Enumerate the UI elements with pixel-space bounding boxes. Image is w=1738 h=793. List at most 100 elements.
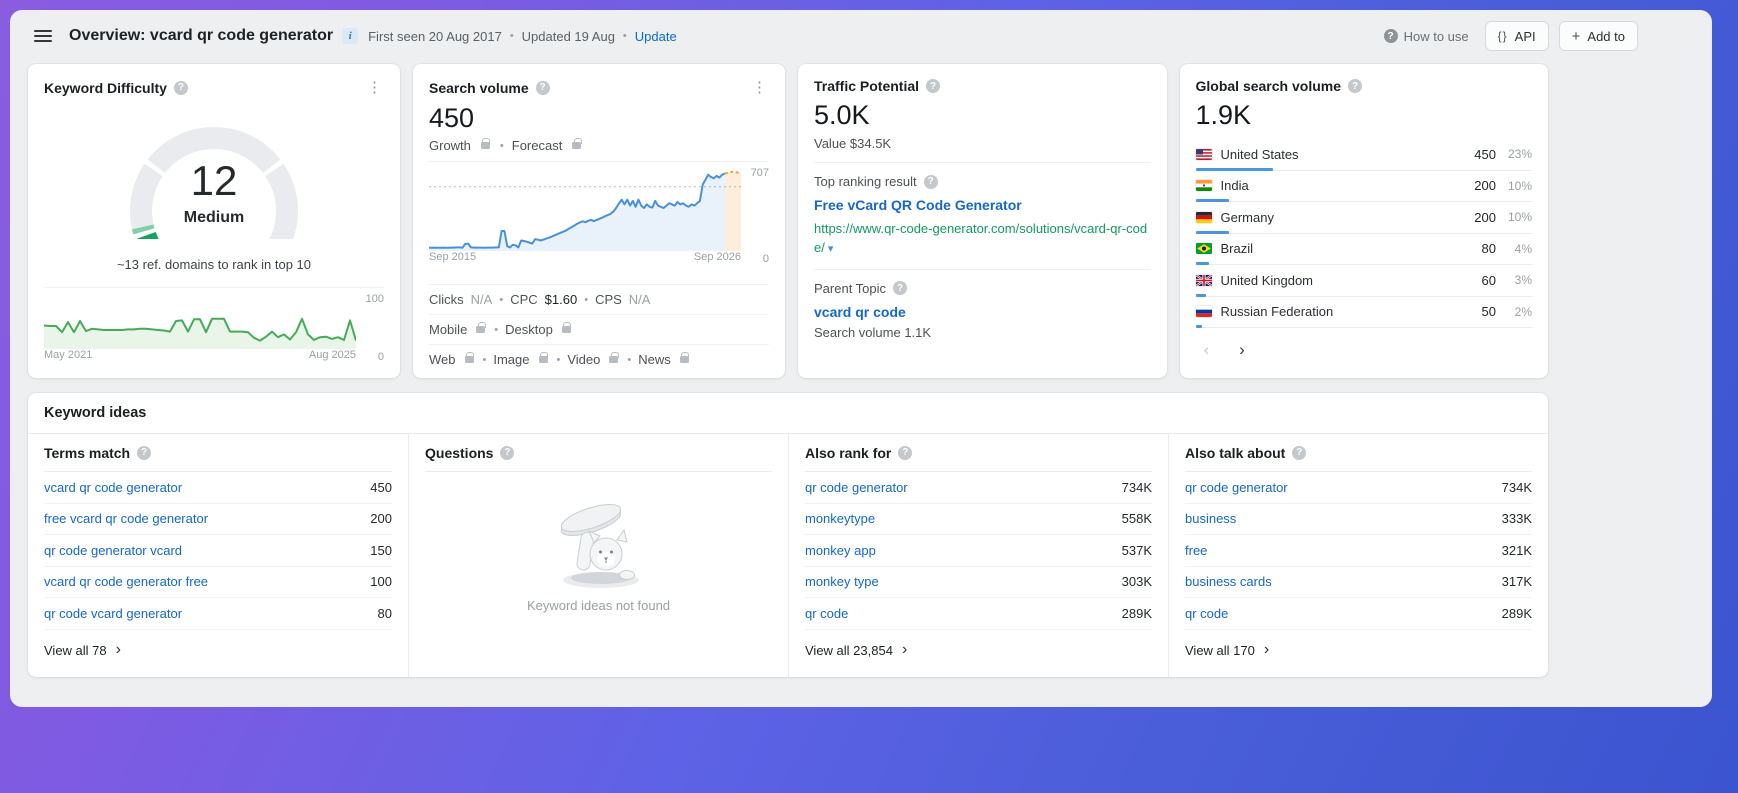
- difficulty-level: Medium: [104, 209, 324, 227]
- axis-start-label: Sep 2015: [429, 251, 476, 266]
- keyword-link[interactable]: business: [1185, 511, 1502, 526]
- keyword-row: free321K: [1185, 535, 1532, 567]
- kebab-menu-icon[interactable]: ⋮: [365, 78, 384, 97]
- bullet-separator: •: [627, 354, 631, 366]
- keyword-link[interactable]: monkey app: [805, 543, 1122, 558]
- keyword-link[interactable]: qr code: [1185, 606, 1502, 621]
- question-icon[interactable]: ?: [893, 281, 907, 295]
- bullet-separator: •: [510, 30, 514, 42]
- keyword-link[interactable]: qr code: [805, 606, 1122, 621]
- api-button[interactable]: {} API: [1485, 21, 1549, 51]
- keyword-link[interactable]: free: [1185, 543, 1502, 558]
- keyword-link[interactable]: qr code generator vcard: [44, 543, 370, 558]
- question-icon[interactable]: ?: [924, 175, 938, 189]
- also-talk-about-column: Also talk about ? qr code generator734Kb…: [1168, 434, 1548, 677]
- keyword-link[interactable]: business cards: [1185, 574, 1502, 589]
- view-all-link[interactable]: View all 23,854 ›: [805, 630, 1152, 671]
- keyword-link[interactable]: vcard qr code generator free: [44, 574, 370, 589]
- question-icon[interactable]: ?: [926, 79, 940, 93]
- card-title: Traffic Potential: [814, 78, 919, 94]
- keyword-link[interactable]: monkey type: [805, 574, 1122, 589]
- keyword-link[interactable]: qr code generator: [805, 480, 1122, 495]
- question-icon[interactable]: ?: [536, 81, 550, 95]
- search-volume-value: 450: [429, 103, 769, 134]
- keyword-row: qr code vcard generator80: [44, 598, 392, 630]
- axis-min-label: 0: [763, 253, 769, 265]
- video-toggle[interactable]: Video: [567, 352, 600, 367]
- question-icon[interactable]: ?: [898, 446, 912, 460]
- country-volume: 450: [1474, 147, 1496, 162]
- mobile-toggle[interactable]: Mobile: [429, 322, 467, 337]
- bullet-separator: •: [499, 294, 503, 306]
- country-row: Brazil804%: [1196, 234, 1533, 266]
- keyword-link[interactable]: free vcard qr code generator: [44, 511, 370, 526]
- lock-icon: [539, 356, 548, 363]
- braces-icon: {}: [1498, 29, 1508, 43]
- view-all-link[interactable]: View all 78 ›: [44, 630, 392, 671]
- web-toggle[interactable]: Web: [429, 352, 456, 367]
- country-name: United Kingdom: [1221, 273, 1482, 288]
- country-name: Brazil: [1221, 241, 1482, 256]
- card-title: Keyword Difficulty: [44, 80, 167, 96]
- divider: [814, 269, 1151, 270]
- keyword-volume: 289K: [1502, 606, 1532, 621]
- desktop-toggle[interactable]: Desktop: [505, 322, 553, 337]
- news-toggle[interactable]: News: [638, 352, 671, 367]
- kebab-menu-icon[interactable]: ⋮: [750, 78, 769, 97]
- search-volume-chart: Sep 2015 Sep 2026 707 0: [429, 161, 769, 266]
- traffic-value-note: Value $34.5K: [814, 136, 1151, 151]
- image-toggle[interactable]: Image: [493, 352, 529, 367]
- volume-line-chart: [429, 167, 741, 251]
- update-link[interactable]: Update: [635, 29, 677, 44]
- keyword-link[interactable]: vcard qr code generator: [44, 480, 370, 495]
- menu-icon[interactable]: [34, 27, 52, 45]
- traffic-potential-card: Traffic Potential ? 5.0K Value $34.5K To…: [798, 64, 1167, 378]
- empty-state-text: Keyword ideas not found: [527, 598, 670, 613]
- country-share: 4%: [1496, 242, 1532, 256]
- how-to-use-link[interactable]: ? How to use: [1384, 29, 1469, 44]
- country-share: 10%: [1496, 210, 1532, 224]
- country-share: 2%: [1496, 305, 1532, 319]
- top-ranking-result-link[interactable]: Free vCard QR Code Generator: [814, 197, 1151, 213]
- add-to-button[interactable]: + Add to: [1559, 21, 1638, 51]
- card-title: Search volume: [429, 80, 529, 96]
- country-name: India: [1221, 178, 1475, 193]
- view-all-link[interactable]: View all 170 ›: [1185, 630, 1532, 671]
- keyword-row: monkeytype558K: [805, 504, 1152, 536]
- top-ranking-url[interactable]: https://www.qr-code-generator.com/soluti…: [814, 220, 1151, 258]
- keyword-link[interactable]: monkeytype: [805, 511, 1122, 526]
- question-icon[interactable]: ?: [174, 81, 188, 95]
- forecast-toggle[interactable]: Forecast: [512, 138, 563, 153]
- info-icon[interactable]: i: [342, 28, 358, 44]
- question-icon[interactable]: ?: [1348, 79, 1362, 93]
- keyword-link[interactable]: qr code vcard generator: [44, 606, 378, 621]
- question-icon[interactable]: ?: [137, 446, 151, 460]
- flag-us-icon: [1196, 149, 1212, 160]
- first-seen-text: First seen 20 Aug 2017: [368, 29, 502, 44]
- keyword-link[interactable]: qr code generator: [1185, 480, 1502, 495]
- difficulty-gauge: 12 Medium: [104, 105, 324, 253]
- chevron-left-icon[interactable]: ‹: [1204, 340, 1210, 360]
- growth-toggle[interactable]: Growth: [429, 138, 471, 153]
- keyword-volume: 558K: [1122, 511, 1152, 526]
- main-content: Keyword Difficulty ? ⋮ 12 Medium ~13 ref…: [10, 62, 1712, 677]
- global-volume-value: 1.9K: [1196, 100, 1533, 131]
- country-name: United States: [1221, 147, 1475, 162]
- country-volume: 50: [1482, 304, 1496, 319]
- search-volume-card: Search volume ? ⋮ 450 Growth • Forecast: [413, 64, 785, 378]
- plus-icon: +: [1572, 28, 1581, 45]
- caret-down-icon[interactable]: ▾: [828, 243, 834, 255]
- question-icon[interactable]: ?: [500, 446, 514, 460]
- keyword-volume: 289K: [1122, 606, 1152, 621]
- difficulty-value: 12: [104, 157, 324, 205]
- chevron-right-icon[interactable]: ›: [1239, 340, 1245, 360]
- keyword-ideas-panel: Keyword ideas Terms match ? vcard qr cod…: [28, 393, 1548, 677]
- device-split-row: Mobile • Desktop: [429, 314, 769, 344]
- parent-topic-link[interactable]: vcard qr code: [814, 304, 1151, 320]
- page-title: Overview: vcard qr code generator: [69, 27, 333, 45]
- axis-max-label: 100: [366, 293, 384, 305]
- keyword-row: monkey type303K: [805, 567, 1152, 599]
- keyword-row: qr code generator vcard150: [44, 535, 392, 567]
- question-icon[interactable]: ?: [1292, 446, 1306, 460]
- question-icon: ?: [1384, 29, 1398, 43]
